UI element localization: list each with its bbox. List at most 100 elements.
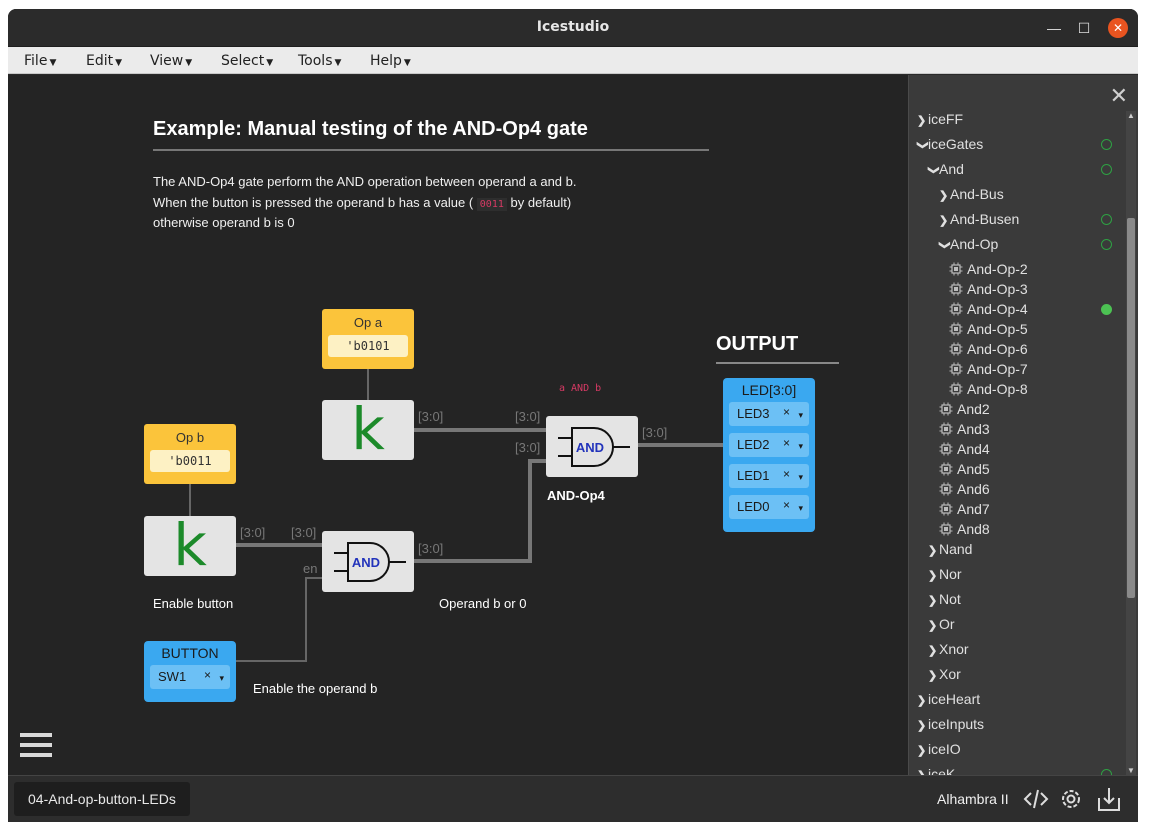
constant-op-b-value[interactable]: 'b0011 <box>150 450 230 472</box>
tree-item-nor[interactable]: ❯ Nor <box>928 564 962 584</box>
led-pin-select[interactable]: LED2 × ▾ <box>729 433 809 457</box>
settings-icon[interactable] <box>1058 786 1084 812</box>
chevron-down-icon[interactable]: ❯ <box>935 241 955 252</box>
chevron-down-icon[interactable]: ▾ <box>798 503 803 514</box>
chevron-right-icon[interactable]: ❯ <box>928 566 939 586</box>
chevron-down-icon[interactable]: ❯ <box>924 166 944 177</box>
menu-select[interactable]: Select ▼ <box>221 53 273 69</box>
tree-item-and-op-2[interactable]: And-Op-2 <box>949 259 1028 279</box>
menu-file[interactable]: File ▼ <box>24 53 56 69</box>
maximize-icon[interactable]: ☐ <box>1074 18 1094 38</box>
chevron-down-icon[interactable]: ▾ <box>798 410 803 421</box>
scroll-down-icon[interactable]: ▼ <box>1127 766 1135 775</box>
chevron-down-icon[interactable]: ❯ <box>913 141 933 152</box>
tree-item-iceinputs[interactable]: ❯ iceInputs <box>917 714 984 734</box>
minimize-icon[interactable]: — <box>1044 18 1064 38</box>
download-icon[interactable] <box>1096 786 1122 812</box>
tree-item-and-op-6[interactable]: And-Op-6 <box>949 339 1028 359</box>
clear-icon[interactable]: × <box>783 405 790 419</box>
chevron-right-icon[interactable]: ❯ <box>917 691 928 711</box>
tree-item-iceio[interactable]: ❯ iceIO <box>917 739 961 759</box>
tree-item-not[interactable]: ❯ Not <box>928 589 961 609</box>
menu-view[interactable]: View ▼ <box>150 53 192 69</box>
tree-item-and-busen[interactable]: ❯ And-Busen <box>939 209 1019 229</box>
led-output-block[interactable]: LED[3:0] LED3 × ▾ LED2 × ▾ LED1 × ▾ LED0… <box>723 378 815 532</box>
constant-op-a-value[interactable]: 'b0101 <box>328 335 408 357</box>
chevron-right-icon[interactable]: ❯ <box>928 641 939 661</box>
design-tab[interactable]: 04-And-op-button-LEDs <box>14 782 190 816</box>
tree-item-iceff[interactable]: ❯ iceFF <box>917 109 963 129</box>
chevron-right-icon[interactable]: ❯ <box>917 111 928 131</box>
tree-item-and-op-7[interactable]: And-Op-7 <box>949 359 1028 379</box>
tree-item-icegates[interactable]: ❯iceGates <box>917 134 984 154</box>
menu-help[interactable]: Help ▼ <box>370 53 411 69</box>
caret-icon: ▼ <box>334 58 342 68</box>
tree-item-iceheart[interactable]: ❯ iceHeart <box>917 689 980 709</box>
button-input-block[interactable]: BUTTON SW1 × ▾ <box>144 641 236 702</box>
tree-item-and-op-8[interactable]: And-Op-8 <box>949 379 1028 399</box>
chevron-down-icon[interactable]: ▾ <box>219 673 224 684</box>
button-pin-select[interactable]: SW1 × ▾ <box>150 665 230 689</box>
tree-item-label: Xor <box>939 666 961 682</box>
k-block-a[interactable]: k <box>322 400 414 460</box>
tree-item-xor[interactable]: ❯ Xor <box>928 664 961 684</box>
port-label-k-b-out: [3:0] <box>240 525 266 540</box>
tree-item-and-op-4[interactable]: And-Op-4 <box>949 299 1028 319</box>
tree-item-label: iceK <box>928 766 956 775</box>
constant-op-a-label: Op a <box>353 315 383 330</box>
chevron-right-icon[interactable]: ❯ <box>939 186 950 206</box>
tree-item-and-op-5[interactable]: And-Op-5 <box>949 319 1028 339</box>
design-canvas[interactable]: Example: Manual testing of the AND-Op4 g… <box>8 75 908 775</box>
chevron-right-icon[interactable]: ❯ <box>917 741 928 761</box>
clear-icon[interactable]: × <box>204 668 211 682</box>
and-gate-enable[interactable]: AND <box>322 531 414 592</box>
menu-tools[interactable]: Tools ▼ <box>298 53 341 69</box>
close-icon[interactable]: ✕ <box>1108 18 1128 38</box>
clear-icon[interactable]: × <box>783 436 790 450</box>
tree-item-and5[interactable]: And5 <box>939 459 990 479</box>
constant-op-b[interactable]: Op b 'b0011 <box>144 424 236 484</box>
enable-button-caption: Enable button <box>153 596 234 611</box>
chevron-right-icon[interactable]: ❯ <box>928 541 939 561</box>
chevron-right-icon[interactable]: ❯ <box>928 591 939 611</box>
tree-item-and-bus[interactable]: ❯ And-Bus <box>939 184 1004 204</box>
scroll-up-icon[interactable]: ▲ <box>1127 111 1135 120</box>
chevron-right-icon[interactable]: ❯ <box>928 666 939 686</box>
led-pin-select[interactable]: LED1 × ▾ <box>729 464 809 488</box>
tree-item-and6[interactable]: And6 <box>939 479 990 499</box>
hamburger-menu-icon[interactable] <box>20 733 52 761</box>
clear-icon[interactable]: × <box>783 498 790 512</box>
chevron-right-icon[interactable]: ❯ <box>917 766 928 775</box>
led-pin-select[interactable]: LED0 × ▾ <box>729 495 809 519</box>
sidebar-scrollbar[interactable]: ▲ ▼ <box>1126 111 1136 775</box>
tree-item-and4[interactable]: And4 <box>939 439 990 459</box>
tree-item-and3[interactable]: And3 <box>939 419 990 439</box>
tree-item-icek[interactable]: ❯iceK <box>917 764 955 775</box>
tree-item-and8[interactable]: And8 <box>939 519 990 539</box>
chevron-right-icon[interactable]: ❯ <box>939 211 950 231</box>
close-sidebar-icon[interactable]: ✕ <box>1110 83 1128 109</box>
tree-item-or[interactable]: ❯ Or <box>928 614 955 634</box>
tree-item-xnor[interactable]: ❯ Xnor <box>928 639 969 659</box>
code-icon[interactable] <box>1023 786 1049 812</box>
tree-item-and2[interactable]: And2 <box>939 399 990 419</box>
chevron-right-icon[interactable]: ❯ <box>917 716 928 736</box>
constant-op-a[interactable]: Op a 'b0101 <box>322 309 414 369</box>
k-block-b[interactable]: k <box>144 516 236 576</box>
tree-item-and[interactable]: ❯And <box>928 159 964 179</box>
tree-item-and7[interactable]: And7 <box>939 499 990 519</box>
clear-icon[interactable]: × <box>783 467 790 481</box>
tree-item-and-op-3[interactable]: And-Op-3 <box>949 279 1028 299</box>
and-op4-gate[interactable]: AND <box>546 416 638 477</box>
led-pin-select[interactable]: LED3 × ▾ <box>729 402 809 426</box>
board-name[interactable]: Alhambra II <box>937 791 1009 807</box>
scroll-thumb[interactable] <box>1127 218 1135 598</box>
tree-item-and-op[interactable]: ❯And-Op <box>939 234 999 254</box>
tree-item-nand[interactable]: ❯ Nand <box>928 539 972 559</box>
chevron-right-icon[interactable]: ❯ <box>928 616 939 636</box>
chevron-down-icon[interactable]: ▾ <box>798 472 803 483</box>
chevron-down-icon[interactable]: ▾ <box>798 441 803 452</box>
and-gate-icon: AND <box>334 542 406 582</box>
led-pin-value: LED3 <box>737 406 770 421</box>
menu-edit[interactable]: Edit ▼ <box>86 53 122 69</box>
